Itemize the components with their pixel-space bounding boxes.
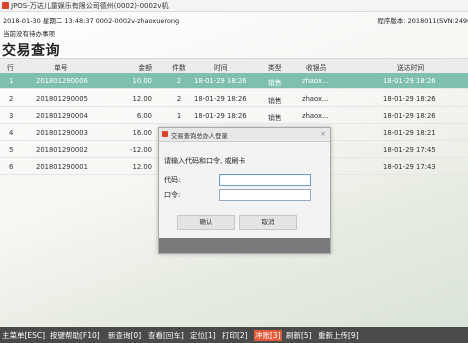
fk-help[interactable]: 按键帮助[F10] (50, 330, 100, 341)
cell-order-no: 201801290005 (36, 95, 88, 103)
cell-count: 2 (176, 95, 182, 103)
table-header: 行 单号 金额 件数 时间 类型 收银员 送达时间 (0, 58, 468, 74)
header-amount: 金额 (138, 64, 152, 72)
todo-notice: 当前没有待办事项 (3, 30, 55, 38)
header-order-no: 单号 (54, 64, 68, 72)
cell-order-no: 201801290002 (36, 146, 88, 154)
cell-cashier: zhaox... (302, 77, 329, 85)
cell-sync-time: 18-01-29 18:26 (383, 112, 436, 120)
header-count: 件数 (172, 64, 186, 72)
header-cashier: 收银员 (306, 64, 327, 72)
cell-row: 3 (9, 112, 14, 120)
fk-main-menu[interactable]: 主菜单[ESC] (2, 330, 45, 341)
page-title: 交易查询 (2, 43, 60, 59)
cell-type: 销售 (268, 79, 282, 87)
code-label: 代码: (164, 176, 181, 184)
app-icon (2, 2, 9, 9)
confirm-button[interactable]: 确认 (177, 215, 235, 230)
cell-cashier: zhaox... (302, 112, 329, 120)
cell-sync-time: 18-01-29 17:43 (383, 163, 436, 171)
cell-row: 1 (9, 77, 14, 85)
cell-time: 18-01-29 18:26 (194, 95, 247, 103)
header-row: 行 (7, 64, 14, 72)
dialog-title: 交易查询总办人登录 (171, 133, 228, 140)
cell-row: 4 (9, 129, 14, 137)
fk-reverse[interactable]: 冲账[3] (254, 330, 282, 341)
cell-amount: 12.00 (132, 163, 152, 171)
table-row[interactable]: 3 201801290004 6.00 1 18-01-29 18:26 销售 … (0, 108, 468, 124)
dialog-title-bar[interactable]: 交易查询总办人登录 × (159, 128, 330, 142)
cell-amount: 12.00 (132, 95, 152, 103)
cell-time: 18-01-29 18:26 (194, 112, 247, 120)
cell-count: 2 (176, 77, 182, 85)
cell-type: 销售 (268, 114, 282, 122)
fk-view[interactable]: 查看[回车] (148, 330, 184, 341)
cell-row: 5 (9, 146, 14, 154)
cell-order-no: 201801290003 (36, 129, 88, 137)
header-sync-time: 送达时间 (397, 64, 425, 72)
dialog-prompt: 请输入代码和口令, 或刷卡 (164, 157, 246, 165)
version-info: 程序版本: 2018011(SVN:24960) (377, 17, 468, 25)
cell-row: 2 (9, 95, 14, 103)
cell-sync-time: 18-01-29 18:26 (383, 95, 436, 103)
table-row[interactable]: 2 201801290005 12.00 2 18-01-29 18:26 销售… (0, 91, 468, 107)
login-dialog: 交易查询总办人登录 × 请输入代码和口令, 或刷卡 代码: 口令: 确认 取消 (158, 127, 331, 254)
cell-sync-time: 18-01-29 18:21 (383, 129, 436, 137)
table-row[interactable]: 1 201801290006 10.00 2 18-01-29 18:26 销售… (0, 73, 468, 89)
fk-locate[interactable]: 定位[1] (190, 330, 216, 341)
close-icon[interactable]: × (320, 130, 326, 138)
fk-refresh[interactable]: 刷新[5] (286, 330, 312, 341)
cell-amount: 6.00 (136, 112, 152, 120)
password-input[interactable] (219, 189, 311, 201)
header-time: 时间 (214, 64, 228, 72)
cell-count: 1 (176, 112, 182, 120)
cell-order-no: 201801290004 (36, 112, 88, 120)
code-input[interactable] (219, 174, 311, 186)
app-icon (162, 131, 168, 137)
cell-row: 6 (9, 163, 14, 171)
fk-print[interactable]: 打印[2] (222, 330, 248, 341)
cell-sync-time: 18-01-29 17:45 (383, 146, 436, 154)
cell-order-no: 201801290006 (36, 77, 88, 85)
dialog-footer (159, 238, 330, 253)
window-title: JPOS-万达儿童娱乐有限公司德州(0002)-0002v机 (11, 2, 169, 10)
cell-order-no: 201801290001 (36, 163, 88, 171)
cell-sync-time: 18-01-29 18:26 (383, 77, 436, 85)
function-key-bar: 主菜单[ESC] 按键帮助[F10] 新查询[0] 查看[回车] 定位[1] 打… (0, 327, 468, 343)
header-type: 类型 (268, 64, 282, 72)
cell-type: 销售 (268, 97, 282, 105)
cell-amount: -12.00 (130, 146, 152, 154)
title-bar: JPOS-万达儿童娱乐有限公司德州(0002)-0002v机 (0, 0, 468, 12)
session-info: 2018-01-30 星期二 13:48:37 0002-0002v-zhaox… (3, 17, 180, 25)
info-bar: 2018-01-30 星期二 13:48:37 0002-0002v-zhaox… (0, 12, 468, 28)
fk-new-query[interactable]: 新查询[0] (108, 330, 141, 341)
password-label: 口令: (164, 191, 181, 199)
cell-amount: 10.00 (132, 77, 152, 85)
cell-amount: 16.00 (132, 129, 152, 137)
cancel-button[interactable]: 取消 (239, 215, 297, 230)
fk-reupload[interactable]: 重新上传[9] (318, 330, 359, 341)
cell-cashier: zhaox... (302, 95, 329, 103)
cell-time: 18-01-29 18:26 (194, 77, 247, 85)
